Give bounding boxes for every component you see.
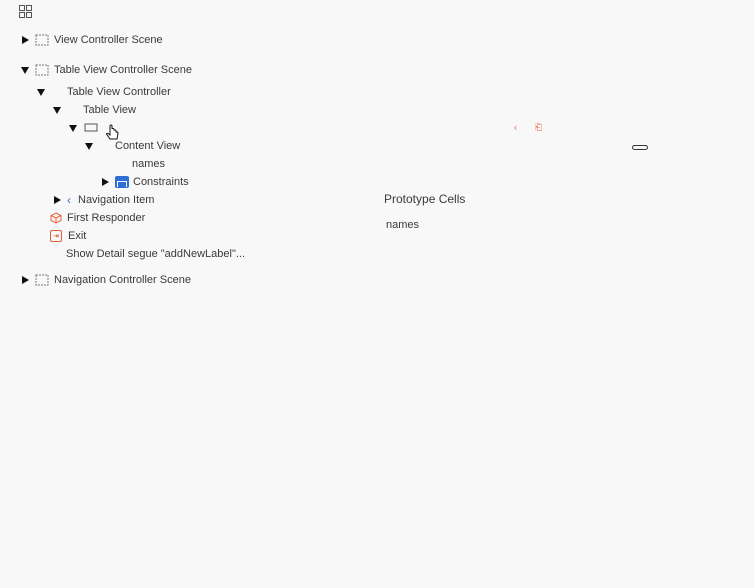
navigation-item-label: Navigation Item [78,194,155,206]
outline-row-navigation-item[interactable]: ‹ Navigation Item [52,191,154,209]
canvas-marker: ‹ [514,122,517,132]
outline-row-names-label[interactable]: names [116,155,165,173]
table-view-controller-scene-label: Table View Controller Scene [54,64,192,76]
exit-icon: ⇥ [50,230,62,242]
outline-row-exit[interactable]: ⇥ Exit [50,227,86,245]
pointer-hand-icon [104,124,122,142]
content-view-label: Content View [115,140,181,152]
constraints-icon [115,176,129,188]
prototype-cells-label: Prototype Cells [384,192,466,206]
outline-row-constraints[interactable]: Constraints [100,173,189,191]
first-responder-label: First Responder [67,212,146,224]
disclosure-down-icon[interactable] [37,88,45,96]
canvas-marker-icon: ⎗ [535,122,543,132]
disclosure-right-icon[interactable] [22,276,29,284]
disclosure-right-icon[interactable] [102,178,109,186]
names-label: names [132,158,166,170]
table-view-label: Table View [83,104,136,116]
scene-icon [35,34,49,46]
disclosure-down-icon[interactable] [21,66,29,74]
outline-row-table-view-controller[interactable]: Table View Controller [36,83,171,101]
outline-row-table-view-cell[interactable] [68,119,103,137]
constraints-label: Constraints [133,176,189,188]
outline-row-show-detail-segue[interactable]: Show Detail segue "addNewLabel"... [66,245,245,263]
scene-icon [35,64,49,76]
cell-names-label[interactable]: names [386,219,419,231]
disclosure-right-icon[interactable] [22,36,29,44]
disclosure-down-icon[interactable] [85,142,93,150]
outline-row-table-view[interactable]: Table View [52,101,136,119]
disclosure-down-icon[interactable] [69,124,77,132]
chevron-left-icon: ‹ [67,193,71,207]
scene-icon [35,274,49,286]
outline-row-navigation-controller-scene[interactable]: Navigation Controller Scene [20,271,191,289]
table-view-controller-label: Table View Controller [67,86,171,98]
disclosure-right-icon[interactable] [54,196,61,204]
canvas-control-indicator [632,145,648,150]
cube-icon [50,212,62,224]
table-cell-icon [83,121,101,135]
show-detail-segue-label: Show Detail segue "addNewLabel"... [66,248,246,260]
outline-row-content-view[interactable]: Content View [84,137,180,155]
outline-row-first-responder[interactable]: First Responder [50,209,145,227]
navigation-controller-scene-label: Navigation Controller Scene [54,274,191,286]
outline-row-view-controller-scene[interactable]: View Controller Scene [20,31,163,49]
exit-label: Exit [68,230,87,242]
view-controller-scene-label: View Controller Scene [54,34,163,46]
grid-icon[interactable] [19,5,33,19]
outline-row-table-view-controller-scene[interactable]: Table View Controller Scene [20,61,192,79]
disclosure-down-icon[interactable] [53,106,61,114]
